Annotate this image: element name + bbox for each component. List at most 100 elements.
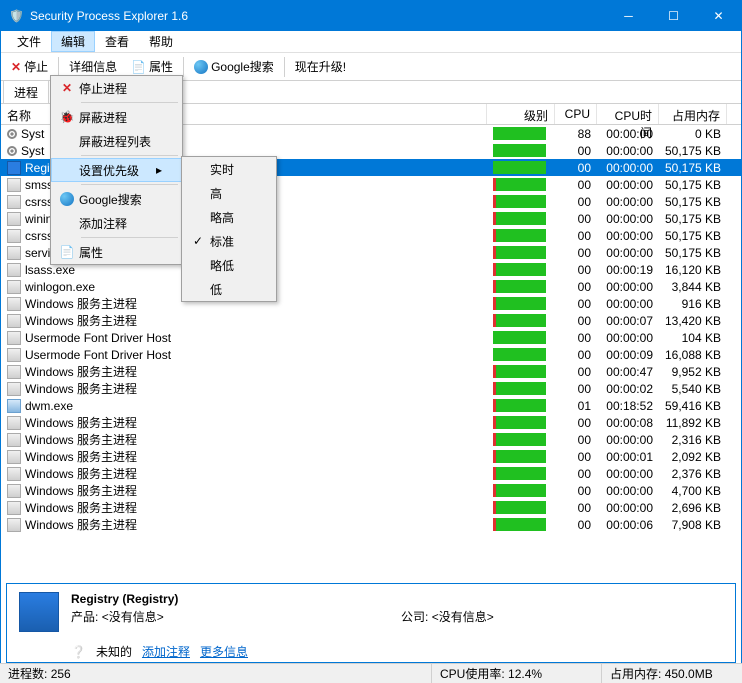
statusbar: 进程数: 256 CPU使用率: 12.4% 占用内存: 450.0MB xyxy=(0,663,742,683)
toolbar-properties[interactable]: 📄属性 xyxy=(125,56,179,77)
cell-cpu: 00 xyxy=(555,365,597,379)
cell-level xyxy=(487,195,555,208)
table-row[interactable]: Windows 服务主进程0000:00:479,952 KB xyxy=(1,363,741,380)
menu-google[interactable]: Google搜索 xyxy=(51,187,182,211)
x-icon: ✕ xyxy=(11,60,21,74)
priority-high[interactable]: 高 xyxy=(182,181,276,205)
table-row[interactable]: Usermode Font Driver Host0000:00:00104 K… xyxy=(1,329,741,346)
menu-edit[interactable]: 编辑 xyxy=(51,31,95,52)
table-row[interactable]: Windows 服务主进程0000:00:012,092 KB xyxy=(1,448,741,465)
cell-level xyxy=(487,280,555,293)
process-icon xyxy=(7,146,17,156)
status-procs-value: 256 xyxy=(51,667,71,681)
cell-mem: 16,088 KB xyxy=(659,348,727,362)
table-row[interactable]: Usermode Font Driver Host0000:00:0916,08… xyxy=(1,346,741,363)
cell-mem: 50,175 KB xyxy=(659,161,727,175)
separator xyxy=(81,237,178,238)
cell-cputime: 00:00:07 xyxy=(597,314,659,328)
cell-cpu: 00 xyxy=(555,263,597,277)
cell-cputime: 00:00:19 xyxy=(597,263,659,277)
submenu-arrow-icon: ▸ xyxy=(156,163,162,177)
table-row[interactable]: winlogon.exe0000:00:003,844 KB xyxy=(1,278,741,295)
cell-level xyxy=(487,246,555,259)
table-row[interactable]: Windows 服务主进程 0000:00:067,908 KB xyxy=(1,516,741,533)
link-add-comment[interactable]: 添加注释 xyxy=(142,643,190,660)
col-mem[interactable]: 占用内存 xyxy=(659,104,727,124)
process-name: smss xyxy=(25,178,53,192)
close-button[interactable]: ✕ xyxy=(696,1,741,31)
menu-help[interactable]: 帮助 xyxy=(139,31,183,52)
process-name: Windows 服务主进程 xyxy=(25,499,137,516)
cell-mem: 0 KB xyxy=(659,127,727,141)
process-icon xyxy=(7,382,21,396)
cell-name: Windows 服务主进程 xyxy=(1,516,487,533)
process-name: Windows 服务主进程 xyxy=(25,448,137,465)
menu-set-priority[interactable]: 设置优先级 ▸ 实时 高 略高 ✓标准 略低 低 xyxy=(51,158,182,182)
table-row[interactable]: Windows 服务主进程0000:00:0811,892 KB xyxy=(1,414,741,431)
table-row[interactable]: Windows 服务主进程0000:00:002,316 KB xyxy=(1,431,741,448)
process-icon xyxy=(7,450,21,464)
edit-dropdown: ✕ 停止进程 🐞 屏蔽进程 屏蔽进程列表 设置优先级 ▸ 实时 高 略高 ✓标准… xyxy=(50,75,183,265)
cell-cputime: 00:00:00 xyxy=(597,229,659,243)
priority-low[interactable]: 低 xyxy=(182,277,276,301)
process-name: csrss xyxy=(25,229,53,243)
info-product-value: <没有信息> xyxy=(102,610,164,624)
cell-cputime: 00:00:09 xyxy=(597,348,659,362)
table-row[interactable]: Windows 服务主进程0000:00:00916 KB xyxy=(1,295,741,312)
col-cpu[interactable]: CPU xyxy=(555,104,597,124)
separator xyxy=(183,57,184,77)
label: Google搜索 xyxy=(79,191,142,208)
menu-file[interactable]: 文件 xyxy=(7,31,51,52)
priority-normal[interactable]: ✓标准 xyxy=(182,229,276,253)
cell-cputime: 00:00:00 xyxy=(597,297,659,311)
table-row[interactable]: Windows 服务主进程0000:00:0713,420 KB xyxy=(1,312,741,329)
info-panel: Registry (Registry) 产品: <没有信息> 公司: <没有信息… xyxy=(6,583,736,663)
menu-stop-process[interactable]: ✕ 停止进程 xyxy=(51,76,182,100)
toolbar-google[interactable]: Google搜索 xyxy=(188,56,280,77)
cell-name: Windows 服务主进程 xyxy=(1,482,487,499)
ie-icon xyxy=(60,192,74,206)
maximize-button[interactable]: ☐ xyxy=(651,1,696,31)
label: 属性 xyxy=(79,244,103,261)
tab-processes[interactable]: 进程 xyxy=(3,80,49,104)
cell-cpu: 00 xyxy=(555,450,597,464)
cell-cputime: 00:00:00 xyxy=(597,246,659,260)
cell-cpu: 00 xyxy=(555,161,597,175)
table-row[interactable]: Windows 服务主进程0000:00:025,540 KB xyxy=(1,380,741,397)
cell-mem: 50,175 KB xyxy=(659,212,727,226)
toolbar-stop-process[interactable]: ✕停止 xyxy=(5,56,54,77)
cell-cputime: 00:00:06 xyxy=(597,518,659,532)
menu-block-process[interactable]: 🐞 屏蔽进程 xyxy=(51,105,182,129)
col-level[interactable]: 级别 xyxy=(487,104,555,124)
table-row[interactable]: Windows 服务主进程0000:00:004,700 KB xyxy=(1,482,741,499)
cell-level xyxy=(487,365,555,378)
app-icon: 🛡️ xyxy=(9,9,24,23)
cell-name: Windows 服务主进程 xyxy=(1,431,487,448)
cell-cputime: 00:18:52 xyxy=(597,399,659,413)
menu-view[interactable]: 查看 xyxy=(95,31,139,52)
table-row[interactable]: Windows 服务主进程0000:00:002,696 KB xyxy=(1,499,741,516)
cell-mem: 7,908 KB xyxy=(659,518,727,532)
table-row[interactable]: dwm.exe0100:18:5259,416 KB xyxy=(1,397,741,414)
col-cputime[interactable]: CPU时间 xyxy=(597,104,659,124)
menu-properties[interactable]: 📄 属性 xyxy=(51,240,182,264)
toolbar-detail[interactable]: 详细信息 xyxy=(63,56,123,77)
separator xyxy=(58,57,59,77)
priority-below[interactable]: 略低 xyxy=(182,253,276,277)
menu-block-list[interactable]: 屏蔽进程列表 xyxy=(51,129,182,153)
status-cpu-label: CPU使用率: xyxy=(440,665,505,682)
minimize-button[interactable]: ─ xyxy=(606,1,651,31)
info-company-label: 公司: xyxy=(401,610,428,624)
process-name: winin xyxy=(25,212,52,226)
toolbar-upgrade[interactable]: 现在升级! xyxy=(289,56,352,77)
cell-cpu: 00 xyxy=(555,518,597,532)
priority-above[interactable]: 略高 xyxy=(182,205,276,229)
cell-cpu: 00 xyxy=(555,501,597,515)
cell-name: Windows 服务主进程 xyxy=(1,312,487,329)
process-name: Syst xyxy=(21,127,44,141)
link-more-info[interactable]: 更多信息 xyxy=(200,643,248,660)
cell-level xyxy=(487,518,555,531)
priority-realtime[interactable]: 实时 xyxy=(182,157,276,181)
menu-add-comment[interactable]: 添加注释 xyxy=(51,211,182,235)
table-row[interactable]: Windows 服务主进程0000:00:002,376 KB xyxy=(1,465,741,482)
